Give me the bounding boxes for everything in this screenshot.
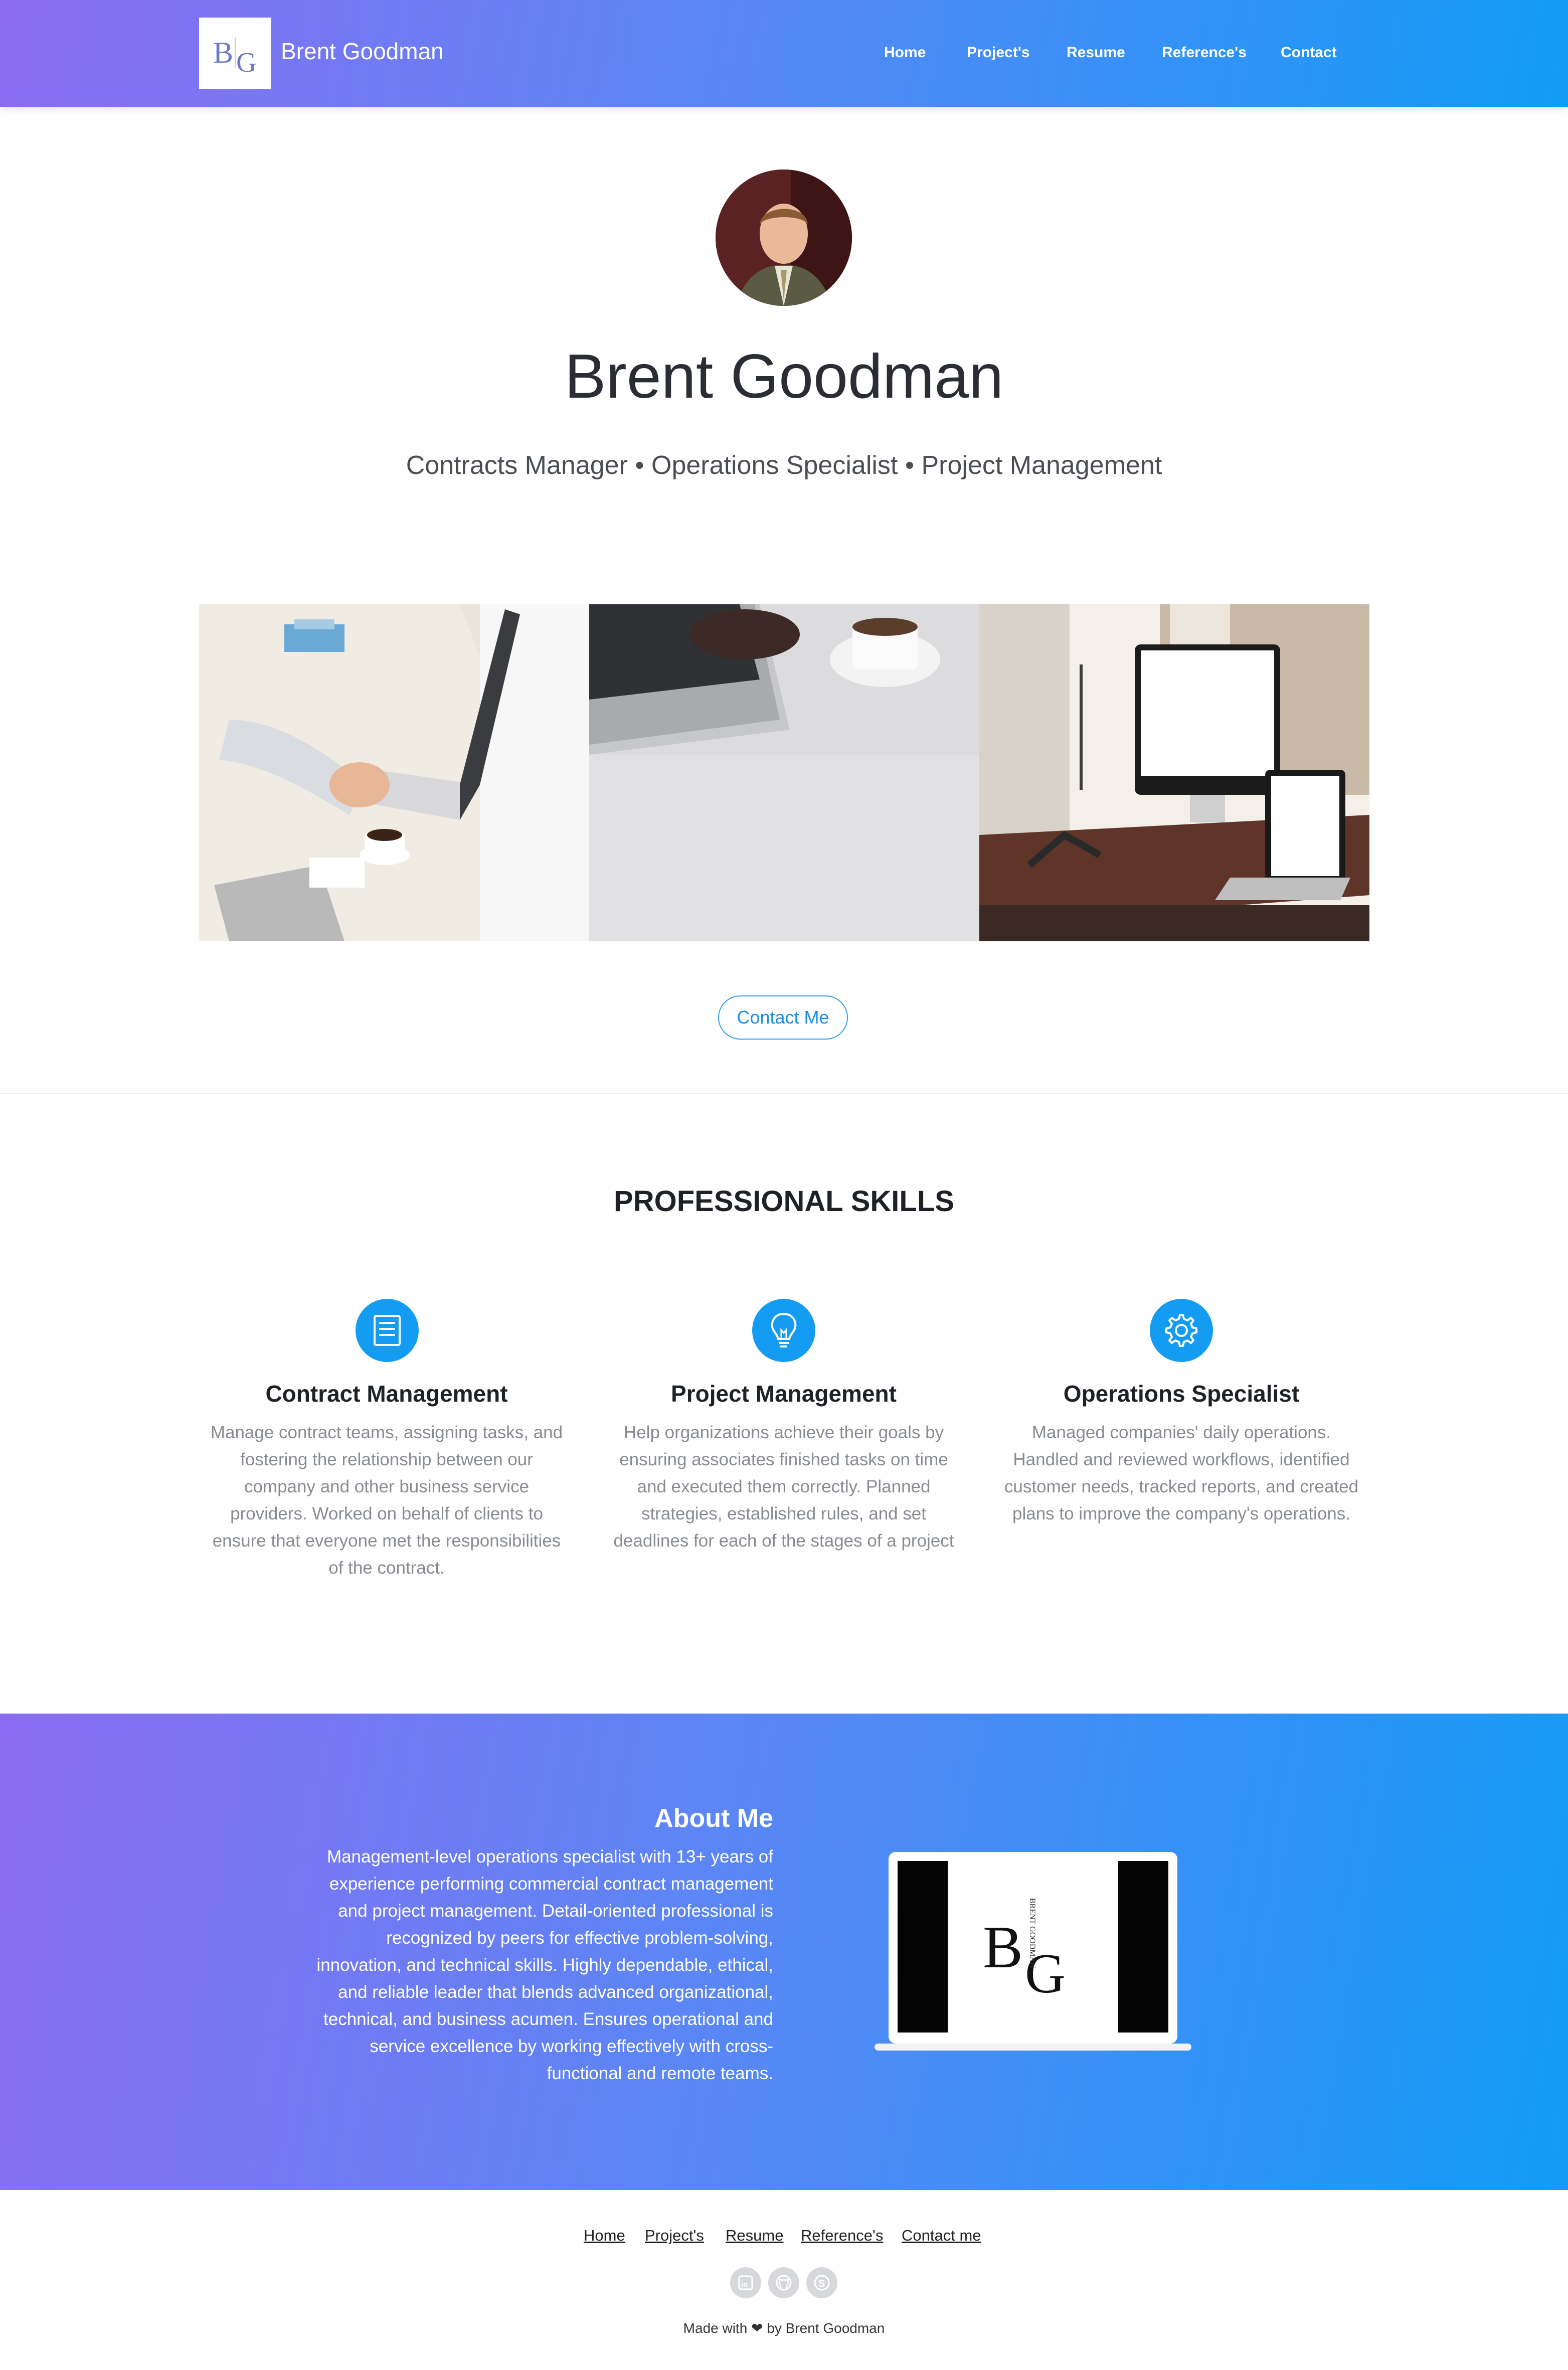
lightbulb-icon	[752, 1299, 815, 1362]
about-title: About Me	[654, 1804, 773, 1833]
document-icon	[356, 1299, 419, 1362]
section-divider	[0, 1093, 1568, 1094]
hero-subtitle: Contracts Manager • Operations Specialis…	[406, 451, 1162, 480]
skill-desc-project: Help organizations achieve their goals b…	[613, 1423, 954, 1551]
made-with-text: Made with ❤ by Brent Goodman	[683, 2320, 885, 2336]
brand-name[interactable]: Brent Goodman	[281, 38, 444, 65]
laptop-typing-photo	[199, 604, 589, 941]
footer-link-resume[interactable]: Resume	[726, 2227, 783, 2245]
github-icon[interactable]	[768, 2267, 799, 2298]
skill-desc-operations: Managed companies' daily operations. Han…	[1004, 1423, 1359, 1523]
laptop-mockup: B G BRENT GOODMAN	[875, 1852, 1191, 2053]
laptop-logo-letter-b: B	[983, 1914, 1023, 1980]
nav-references[interactable]: Reference's	[1162, 44, 1247, 61]
skill-title-project: Project Management	[671, 1381, 897, 1407]
brand-logo[interactable]: B G	[199, 18, 271, 89]
skills-title: PROFESSIONAL SKILLS	[614, 1185, 954, 1218]
nav-contact[interactable]: Contact	[1281, 44, 1337, 61]
footer-link-home[interactable]: Home	[584, 2227, 625, 2245]
linkedin-icon[interactable]: in	[730, 2267, 761, 2298]
logo-letter-g: G	[236, 47, 256, 78]
about-section	[0, 1714, 1568, 2190]
svg-text:S: S	[818, 2278, 825, 2289]
gear-icon	[1150, 1299, 1213, 1362]
skype-icon[interactable]: S	[806, 2267, 837, 2298]
desk-computers-photo	[979, 604, 1369, 941]
laptop-logo-caption: BRENT GOODMAN	[1028, 1898, 1036, 1968]
skill-title-operations: Operations Specialist	[1063, 1381, 1300, 1407]
skill-title-contract: Contract Management	[265, 1381, 508, 1407]
footer-link-projects[interactable]: Project's	[645, 2227, 704, 2245]
skill-desc-contract: Manage contract teams, assigning tasks, …	[210, 1423, 563, 1578]
svg-text:in: in	[741, 2280, 748, 2289]
nav-home[interactable]: Home	[884, 44, 926, 61]
avatar	[716, 170, 852, 306]
laptop-coffee-photo	[589, 604, 979, 941]
contact-me-button[interactable]: Contact Me	[718, 995, 848, 1040]
nav-resume[interactable]: Resume	[1067, 44, 1125, 61]
nav-projects[interactable]: Project's	[967, 44, 1030, 61]
footer-link-contact[interactable]: Contact me	[902, 2227, 981, 2245]
footer-link-references[interactable]: Reference's	[801, 2227, 883, 2245]
logo-letter-b: B	[213, 36, 233, 69]
navbar: B G Brent Goodman Home Project's Resume …	[0, 0, 1568, 107]
hero-name: Brent Goodman	[564, 342, 1004, 411]
about-text: Management-level operations specialist w…	[316, 1847, 773, 2083]
